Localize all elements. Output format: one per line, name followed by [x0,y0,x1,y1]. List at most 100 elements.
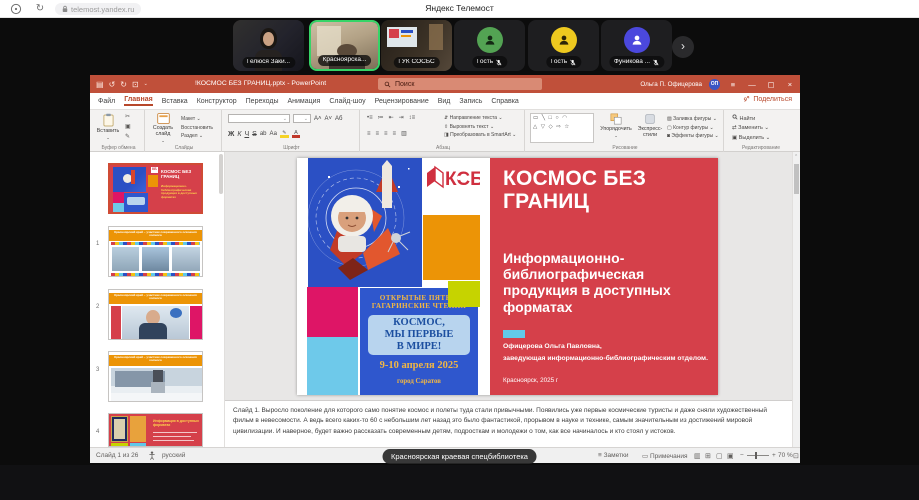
tab-transitions[interactable]: Переходы [246,98,279,105]
shape-fill-menu[interactable]: ▨ Заливка фигуры ⌄ [667,115,719,124]
participant-tile[interactable]: Фуникова ... [601,20,672,71]
font-name-select[interactable]: ⌄ [228,114,290,123]
normal-view-icon[interactable]: ▥ [694,452,701,460]
shapes-gallery[interactable]: ▭ ╲ □ ○ ◠ △ ▽ ◇ ⇨ ☆ [530,113,594,143]
tab-animations[interactable]: Анимация [287,98,320,105]
paste-button[interactable]: Вставить ⌄ [96,113,120,140]
increase-font-icon[interactable]: А˄ [314,116,322,122]
find-button[interactable]: Найти [732,114,770,124]
decrease-font-icon[interactable]: А˅ [325,116,333,122]
font-size-select[interactable]: ⌄ [293,114,311,123]
qat-customize-icon[interactable]: ⌄ [144,81,148,87]
align-center-icon[interactable]: ≡ [376,131,380,137]
notes-button[interactable]: ≡ Заметки [598,452,628,459]
participant-tile[interactable]: ГУК СОСБС [381,20,452,71]
shape-outline-menu[interactable]: ▢ Контур фигуры ⌄ [667,124,719,133]
slide-thumbnail-1[interactable]: КБ КОСМОС БЕЗ ГРАНИЦ Информационно-библи… [108,163,203,214]
shape-effects-menu[interactable]: ◙ Эффекты фигуры ⌄ [667,132,719,141]
scrollbar-thumb[interactable] [794,164,799,194]
layout-menu[interactable]: Макет ⌄ [181,115,213,124]
slide-thumbnail-2[interactable]: Красноярский край – участник современног… [108,226,203,277]
highlight-color-icon[interactable]: ✎ [279,130,289,138]
font-color-icon[interactable]: А [291,130,300,138]
columns-icon[interactable]: ▥ [401,130,407,137]
underline-button[interactable]: Ч [244,131,249,138]
close-icon[interactable]: × [784,80,796,89]
line-spacing-icon[interactable]: ↕≡ [409,115,416,121]
justify-icon[interactable]: ≡ [393,131,397,137]
bold-button[interactable]: Ж [228,131,234,138]
tab-design[interactable]: Конструктор [197,98,237,105]
start-presentation-icon[interactable]: ⊡ [132,80,139,89]
language-indicator[interactable]: русский [162,452,185,459]
cut-icon[interactable]: ✂ [125,114,130,122]
zoom-slider-thumb[interactable] [755,452,757,459]
bullets-icon[interactable]: •≡ [367,115,373,121]
minimize-icon[interactable]: — [746,80,758,89]
reading-view-icon[interactable]: ▢ [716,452,723,460]
scroll-up-icon[interactable]: ⌃ [794,154,798,160]
align-text-menu[interactable]: ⇳ Выровнять текст ⌄ [444,123,516,132]
indent-increase-icon[interactable]: ⇥ [399,114,404,121]
thumbnail-scrollbar[interactable] [219,154,223,194]
clear-format-icon[interactable]: Аб [335,116,342,122]
account-avatar[interactable]: ОП [709,78,720,90]
text-direction-menu[interactable]: ⇵ Направление текста ⌄ [444,114,516,123]
tab-view[interactable]: Вид [438,98,451,105]
fit-to-window-icon[interactable]: ⊡ [793,452,799,460]
comments-button[interactable]: ▭ Примечания [642,452,687,460]
strikethrough-button[interactable]: S [252,131,257,138]
change-case-button[interactable]: Аа [270,131,277,137]
share-button[interactable]: Поделиться [743,96,792,103]
tab-slideshow[interactable]: Слайд-шоу [329,98,365,105]
slide-scrollbar[interactable]: ⌃ [792,152,800,447]
tab-insert[interactable]: Вставка [162,98,188,105]
tab-review[interactable]: Рецензирование [375,98,429,105]
char-spacing-icon[interactable]: ab [260,131,267,137]
next-participants-button[interactable]: › [672,36,694,58]
zoom-in-icon[interactable]: + [772,452,776,459]
italic-button[interactable]: К [237,131,241,138]
reset-button[interactable]: Восстановить [181,124,213,133]
align-right-icon[interactable]: ≡ [384,131,388,137]
slide-thumbnail-5[interactable]: Информация в доступных форматах [108,413,203,447]
restore-icon[interactable]: ▢ [765,80,777,89]
notes-pane[interactable]: Слайд 1. Выросло поколение для которого … [225,400,792,447]
zoom-slider[interactable] [747,455,769,456]
undo-icon[interactable]: ↺ [109,80,116,89]
participant-tile-active-speaker[interactable]: Красноярска... [309,20,380,71]
participant-tile[interactable]: Гость [528,20,599,71]
smartart-menu[interactable]: ◨ Преобразовать в SmartArt ⌄ [444,131,516,140]
slide-canvas[interactable]: КСБ ОТКРЫТЫЕ ПЯТЫЕ ГАГАРИНСКИЕ ЧТЕНИЯ КО… [297,158,718,395]
numbering-icon[interactable]: ≔ [378,114,384,121]
slide-sorter-icon[interactable]: ⊞ [705,452,711,460]
redo-icon[interactable]: ↻ [120,80,127,89]
participant-tile[interactable]: Гость [454,20,525,71]
ribbon-options-icon[interactable]: ≡ [727,80,739,89]
select-button[interactable]: ▣ Выделить ⌄ [732,134,770,143]
replace-button[interactable]: ⇄ Заменить ⌄ [732,124,770,133]
save-icon[interactable]: ▤ [96,80,104,89]
indent-decrease-icon[interactable]: ⇤ [389,114,394,121]
zoom-level[interactable]: 70 % [778,452,793,459]
slide-thumbnail-4[interactable]: Красноярский край – участник современног… [108,351,203,402]
new-slide-button[interactable]: Создать слайд ⌄ [149,113,177,143]
account-name[interactable]: Ольга П. Офицерова [640,81,702,88]
quick-styles-button[interactable]: Экспресс-стили [635,113,665,138]
participant-tile[interactable]: Гелюся Заки... [233,20,304,71]
align-left-icon[interactable]: ≡ [367,131,371,137]
tab-record[interactable]: Запись [459,98,482,105]
zoom-out-icon[interactable]: − [740,452,744,459]
tab-home[interactable]: Главная [124,96,153,106]
slideshow-icon[interactable]: ▣ [727,452,734,460]
accessibility-icon[interactable] [148,451,156,460]
arrange-button[interactable]: Упорядочить ⌄ [599,113,633,138]
tab-file[interactable]: Файл [98,98,115,105]
slide-thumbnail-3[interactable]: Красноярский край – участник современног… [108,289,203,340]
ppt-search-box[interactable]: Поиск [378,78,542,90]
copy-icon[interactable]: ▣ [125,124,131,132]
format-painter-icon[interactable]: ✎ [125,134,130,142]
search-icon [384,81,391,87]
section-menu[interactable]: Раздел ⌄ [181,132,213,141]
tab-help[interactable]: Справка [491,98,518,105]
